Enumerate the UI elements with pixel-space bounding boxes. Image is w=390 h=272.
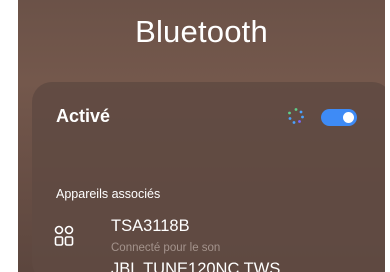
device-status: Connecté pour le son	[111, 242, 221, 254]
bluetooth-settings-screen: Bluetooth Activé Appareils associés TSA3…	[18, 0, 385, 272]
paired-devices-header: Appareils associés	[56, 187, 161, 201]
bluetooth-card: Activé Appareils associés TSA3118B Conne…	[32, 82, 385, 272]
bluetooth-toggle-switch[interactable]	[321, 109, 357, 126]
page-title: Bluetooth	[135, 14, 268, 49]
scanning-dots-icon	[288, 108, 304, 124]
bluetooth-toggle-label: Activé	[56, 106, 111, 126]
bluetooth-toggle-row[interactable]: Activé	[32, 82, 385, 158]
device-name: TSA3118B	[111, 217, 190, 235]
toggle-knob	[343, 112, 354, 123]
device-name: JBL TUNE120NC TWS	[111, 260, 281, 272]
earbuds-icon	[54, 225, 74, 246]
